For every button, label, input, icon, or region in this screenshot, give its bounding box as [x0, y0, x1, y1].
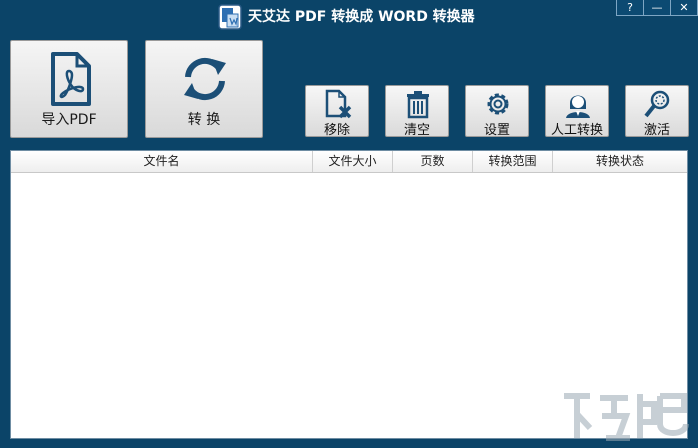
column-header-filesize[interactable]: 文件大小 [313, 151, 393, 172]
refresh-icon [184, 57, 226, 101]
convert-button[interactable]: 转 换 [145, 40, 263, 138]
title-bar: 天艾达 PDF 转换成 WORD 转换器 ? — ✕ [0, 0, 698, 34]
magnifier-icon [644, 90, 670, 118]
clear-label: 清空 [403, 123, 430, 138]
remove-label: 移除 [323, 123, 350, 138]
close-button[interactable]: ✕ [670, 0, 698, 16]
app-window: 天艾达 PDF 转换成 WORD 转换器 ? — ✕ 导入PDF 转 换 移除 … [0, 0, 698, 448]
remove-file-icon [325, 89, 352, 119]
gear-icon [487, 93, 509, 115]
trash-icon [407, 91, 429, 119]
column-header-range[interactable]: 转换范围 [473, 151, 553, 172]
import-pdf-button[interactable]: 导入PDF [10, 40, 128, 138]
watermark-logo [564, 393, 689, 441]
column-header-filename[interactable]: 文件名 [11, 151, 313, 172]
activate-label: 激活 [643, 123, 670, 138]
column-header-pages[interactable]: 页数 [393, 151, 473, 172]
window-controls: ? — ✕ [616, 0, 698, 17]
pdf-file-icon [51, 52, 91, 106]
settings-button[interactable]: 设置 [465, 85, 529, 138]
minimize-button[interactable]: — [643, 0, 671, 16]
clear-button[interactable]: 清空 [385, 85, 449, 138]
person-icon [566, 95, 590, 118]
table-header: 文件名 文件大小 页数 转换范围 转换状态 [11, 151, 687, 173]
app-logo-icon [218, 4, 242, 30]
manual-convert-button[interactable]: 人工转换 [545, 85, 609, 138]
import-pdf-label: 导入PDF [41, 112, 97, 128]
remove-button[interactable]: 移除 [305, 85, 369, 138]
help-button[interactable]: ? [616, 0, 644, 16]
settings-label: 设置 [483, 123, 510, 138]
window-title: 天艾达 PDF 转换成 WORD 转换器 [248, 9, 475, 25]
manual-convert-label: 人工转换 [550, 123, 603, 138]
convert-label: 转 换 [187, 112, 221, 128]
column-header-status[interactable]: 转换状态 [553, 151, 687, 172]
activate-button[interactable]: 激活 [625, 85, 689, 138]
